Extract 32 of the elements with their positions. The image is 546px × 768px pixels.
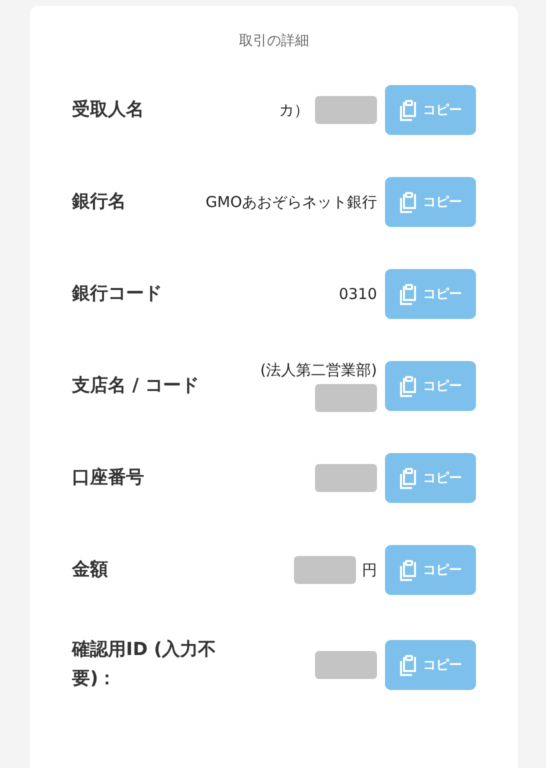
clipboard-icon (399, 654, 417, 676)
clipboard-icon (399, 467, 417, 489)
clipboard-icon (399, 283, 417, 305)
copy-button[interactable]: コピー (385, 640, 476, 690)
value-text: 0310 (338, 285, 377, 303)
value-text: カ） (279, 100, 309, 120)
section-title: 取引の詳細 (238, 32, 310, 50)
field-label: 支店名 / コード (72, 374, 200, 398)
clipboard-icon (399, 375, 417, 397)
field-label: 口座番号 (72, 466, 144, 490)
value-text: 円 (362, 560, 377, 580)
copy-button[interactable]: コピー (385, 177, 476, 227)
redaction-block (315, 96, 377, 124)
field-label: 銀行名 (72, 190, 126, 214)
clipboard-icon (399, 559, 417, 581)
clipboard-icon (399, 191, 417, 213)
redaction-block (294, 556, 356, 584)
copy-button[interactable]: コピー (385, 85, 476, 135)
redaction-block (315, 650, 377, 679)
redaction-block (315, 464, 377, 492)
field-label: 銀行コード (72, 282, 162, 306)
field-label: 金額 (72, 558, 108, 582)
field-label: 受取人名 (72, 98, 144, 122)
field-label: 確認用ID (入力不要)： (72, 638, 218, 691)
redaction-block (315, 384, 377, 412)
value-text: (法人第二営業部) (260, 360, 377, 380)
copy-button[interactable]: コピー (385, 453, 476, 503)
copy-button[interactable]: コピー (385, 545, 476, 595)
value-text: GMOあおぞらネット銀行 (206, 192, 377, 212)
clipboard-icon (399, 99, 417, 121)
copy-button[interactable]: コピー (385, 361, 476, 411)
copy-button[interactable]: コピー (385, 269, 476, 319)
